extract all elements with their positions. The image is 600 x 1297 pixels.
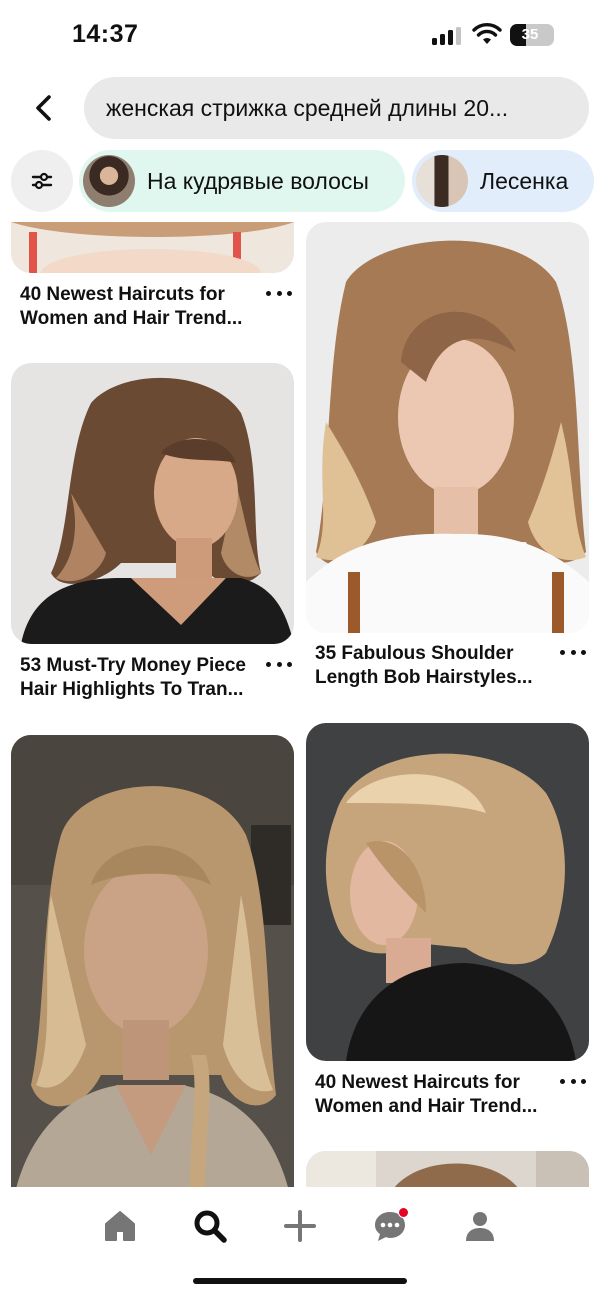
- nav-create-button[interactable]: [275, 1201, 325, 1251]
- nav-messages-button[interactable]: [365, 1201, 415, 1251]
- pin-image[interactable]: [306, 723, 589, 1061]
- home-icon: [105, 1211, 135, 1241]
- chevron-left-icon: [36, 95, 51, 121]
- chip-label: На кудрявые волосы: [147, 167, 369, 194]
- more-options-button[interactable]: [266, 286, 292, 300]
- chip-ladder-cut[interactable]: Лесенка: [412, 150, 594, 212]
- notification-dot: [398, 1207, 409, 1218]
- back-button[interactable]: [24, 88, 64, 128]
- pin-image[interactable]: [11, 222, 294, 273]
- pin-title[interactable]: 53 Must-Try Money Piece Hair Highlights T…: [20, 654, 260, 702]
- status-time: 14:37: [72, 20, 139, 48]
- chip-label: Лесенка: [480, 167, 569, 194]
- chip-thumbnail: [416, 155, 468, 207]
- home-indicator: [193, 1278, 407, 1284]
- chip-curly-hair[interactable]: На кудрявые волосы: [79, 150, 405, 212]
- wifi-icon: [472, 23, 502, 44]
- pin-title[interactable]: 35 Fabulous Shoulder Length Bob Hairstyle…: [315, 642, 555, 690]
- cellular-signal-icon: [432, 27, 462, 45]
- chip-thumbnail: [83, 155, 135, 207]
- pin-image[interactable]: [306, 1151, 589, 1187]
- filter-chips-row: На кудрявые волосы Лесенка: [0, 149, 600, 213]
- search-icon: [194, 1210, 227, 1243]
- nav-profile-button[interactable]: [455, 1201, 505, 1251]
- more-options-button[interactable]: [560, 1074, 586, 1088]
- plus-icon: [284, 1210, 316, 1242]
- bottom-navigation: [0, 1187, 600, 1297]
- search-input[interactable]: женская стрижка средней длины 20...: [84, 77, 589, 139]
- sliders-icon: [31, 172, 53, 190]
- nav-home-button[interactable]: [95, 1201, 145, 1251]
- pin-title[interactable]: 40 Newest Haircuts for Women and Hair Tre…: [20, 283, 260, 331]
- profile-icon: [466, 1212, 494, 1241]
- pin-image[interactable]: [306, 222, 589, 633]
- pin-feed: 40 Newest Haircuts for Women and Hair Tre…: [0, 222, 600, 1187]
- pin-image[interactable]: [11, 363, 294, 644]
- more-options-button[interactable]: [266, 657, 292, 671]
- pin-title[interactable]: 40 Newest Haircuts for Women and Hair Tre…: [315, 1071, 555, 1119]
- search-query: женская стрижка средней длины 20...: [106, 94, 509, 121]
- battery-level: 35: [521, 26, 539, 43]
- more-options-button[interactable]: [560, 645, 586, 659]
- nav-search-button[interactable]: [185, 1201, 235, 1251]
- status-bar: 14:37 35: [0, 0, 600, 70]
- filters-button[interactable]: [11, 150, 73, 212]
- pin-image[interactable]: [11, 735, 294, 1187]
- battery-icon: 35: [510, 24, 554, 46]
